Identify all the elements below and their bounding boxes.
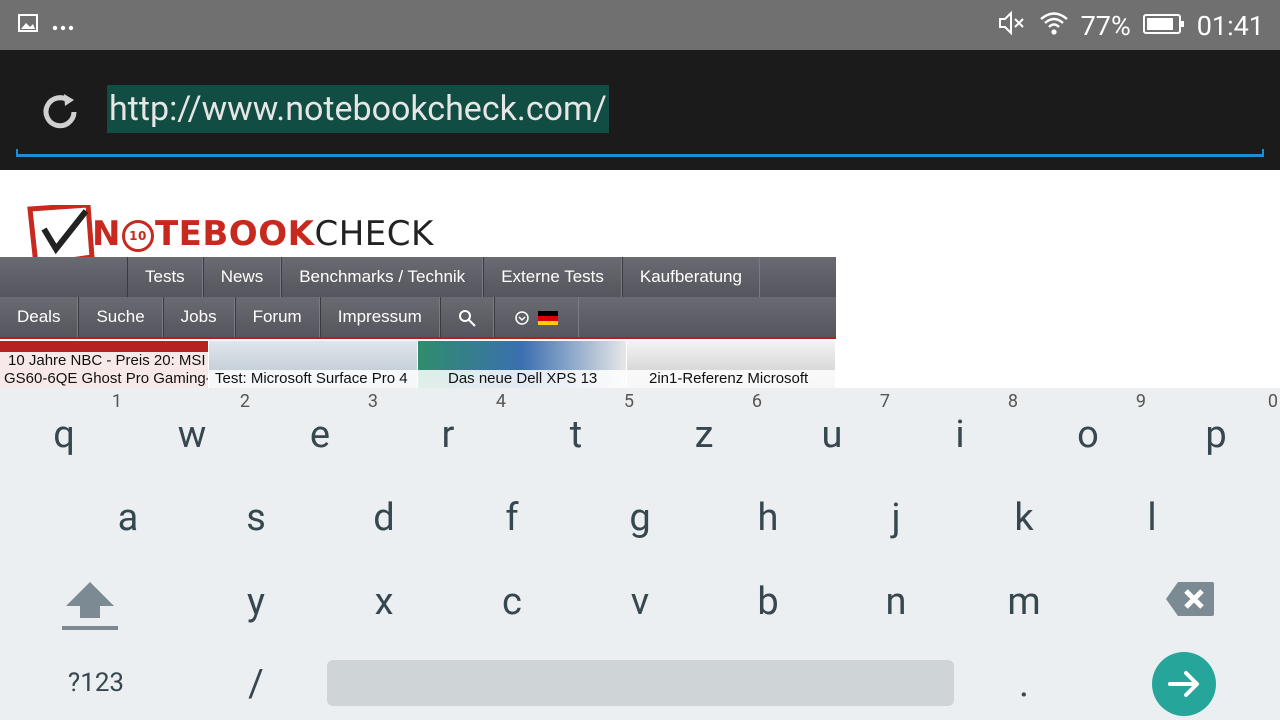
- symbols-key[interactable]: ?123: [32, 668, 160, 698]
- news-thumbnail[interactable]: 10 Jahre NBC - Preis 20: MSI GS60-6QE Gh…: [0, 341, 208, 388]
- nav-language[interactable]: [493, 297, 579, 337]
- key-t[interactable]: t5: [512, 391, 640, 457]
- key-e[interactable]: e3: [256, 391, 384, 457]
- key-v[interactable]: v: [576, 580, 704, 624]
- nav-deals[interactable]: Deals: [0, 297, 79, 337]
- nav-jobs[interactable]: Jobs: [162, 297, 235, 337]
- reload-icon[interactable]: [36, 88, 84, 136]
- soft-keyboard: q1 w2 e3 r4 t5 z6 u7 i8 o9 p0 a s d f g …: [0, 388, 1280, 720]
- battery-icon: [1142, 10, 1185, 42]
- nav-suche[interactable]: Suche: [78, 297, 163, 337]
- thumb-caption-line2: 2in1-Referenz Microsoft: [627, 370, 835, 388]
- news-thumbnail[interactable]: Test: Microsoft Surface Pro 4: [209, 341, 417, 388]
- key-r[interactable]: r4: [384, 391, 512, 457]
- url-input[interactable]: http://www.notebookcheck.com/: [107, 85, 609, 133]
- key-u[interactable]: u7: [768, 391, 896, 457]
- web-content: N 10 TEBOOKCHECK Tests News Benchmarks / T…: [0, 170, 1280, 388]
- key-n[interactable]: n: [832, 580, 960, 624]
- key-hint: 7: [879, 391, 890, 412]
- key-hint: 9: [1135, 391, 1146, 412]
- thumb-caption-line2: Test: Microsoft Surface Pro 4: [209, 370, 417, 388]
- key-hint: 8: [1007, 391, 1018, 412]
- nav-tests[interactable]: Tests: [127, 257, 203, 297]
- thumb-caption-line2: GS60-6QE Ghost Pro Gaming-: [4, 370, 208, 387]
- key-hint: 5: [623, 391, 634, 412]
- key-x[interactable]: x: [320, 580, 448, 624]
- key-b[interactable]: b: [704, 580, 832, 624]
- battery-percent: 77%: [1080, 10, 1131, 42]
- key-q[interactable]: q1: [0, 391, 128, 457]
- key-z[interactable]: z6: [640, 391, 768, 457]
- key-d[interactable]: d: [320, 496, 448, 540]
- enter-key[interactable]: [1152, 652, 1216, 716]
- nav-news[interactable]: News: [202, 257, 282, 297]
- key-h[interactable]: h: [704, 496, 832, 540]
- news-thumbnail[interactable]: Das neue Dell XPS 13: [418, 341, 626, 388]
- shift-key[interactable]: [26, 578, 154, 642]
- key-s[interactable]: s: [192, 496, 320, 540]
- logo-text-check: CHECK: [314, 214, 434, 254]
- mute-icon: [997, 8, 1027, 45]
- key-hint: 1: [111, 391, 122, 412]
- key-hint: 6: [751, 391, 762, 412]
- backspace-icon: [1164, 582, 1216, 628]
- space-bar[interactable]: [327, 660, 954, 706]
- key-c[interactable]: c: [448, 580, 576, 624]
- key-j[interactable]: j: [832, 496, 960, 540]
- backspace-key[interactable]: [1126, 580, 1254, 628]
- key-slash[interactable]: /: [192, 662, 320, 706]
- search-icon: [458, 307, 476, 327]
- arrow-right-icon: [1152, 671, 1216, 720]
- wifi-icon: [1039, 10, 1069, 43]
- logo-text-n: N: [92, 214, 121, 254]
- nav-impressum[interactable]: Impressum: [319, 297, 440, 337]
- secondary-nav: Deals Suche Jobs Forum Impressum: [0, 297, 836, 339]
- german-flag-icon: [534, 307, 558, 326]
- key-hint: 3: [367, 391, 378, 412]
- news-thumbnail[interactable]: 2in1-Referenz Microsoft: [627, 341, 835, 388]
- key-m[interactable]: m: [960, 580, 1088, 624]
- key-f[interactable]: f: [448, 496, 576, 540]
- nav-externe-tests[interactable]: Externe Tests: [483, 257, 622, 297]
- nav-kaufberatung[interactable]: Kaufberatung: [621, 257, 760, 297]
- thumb-caption-line1: 10 Jahre NBC - Preis 20: MSI: [8, 352, 206, 369]
- key-w[interactable]: w2: [128, 391, 256, 457]
- key-k[interactable]: k: [960, 496, 1088, 540]
- logo-text-tebook: TEBOOK: [154, 214, 315, 254]
- logo-badge: 10: [121, 219, 154, 252]
- image-icon: [18, 13, 38, 37]
- url-input-underline: [16, 149, 1264, 157]
- chevron-circle-icon: [515, 307, 534, 326]
- nav-benchmarks[interactable]: Benchmarks / Technik: [281, 257, 484, 297]
- thumb-caption-line2: Das neue Dell XPS 13: [418, 370, 626, 388]
- key-period[interactable]: .: [960, 662, 1088, 706]
- key-o[interactable]: o9: [1024, 391, 1152, 457]
- nav-search[interactable]: [439, 297, 494, 337]
- key-i[interactable]: i8: [896, 391, 1024, 457]
- shift-icon: [60, 582, 120, 642]
- key-hint: 4: [495, 391, 506, 412]
- news-thumbnails: 10 Jahre NBC - Preis 20: MSI GS60-6QE Gh…: [0, 341, 836, 388]
- status-bar: 77% 01:41: [0, 0, 1280, 50]
- primary-nav: Tests News Benchmarks / Technik Externe …: [0, 257, 836, 297]
- logo-wordmark[interactable]: N 10 TEBOOKCHECK: [92, 214, 434, 254]
- key-a[interactable]: a: [64, 496, 192, 540]
- key-hint: 0: [1267, 391, 1278, 412]
- key-y[interactable]: y: [192, 580, 320, 624]
- key-g[interactable]: g: [576, 496, 704, 540]
- more-dots-icon: [52, 16, 74, 35]
- nav-forum[interactable]: Forum: [234, 297, 320, 337]
- key-p[interactable]: p0: [1152, 391, 1280, 457]
- clock: 01:41: [1196, 10, 1264, 42]
- key-hint: 2: [239, 391, 250, 412]
- key-l[interactable]: l: [1088, 496, 1216, 540]
